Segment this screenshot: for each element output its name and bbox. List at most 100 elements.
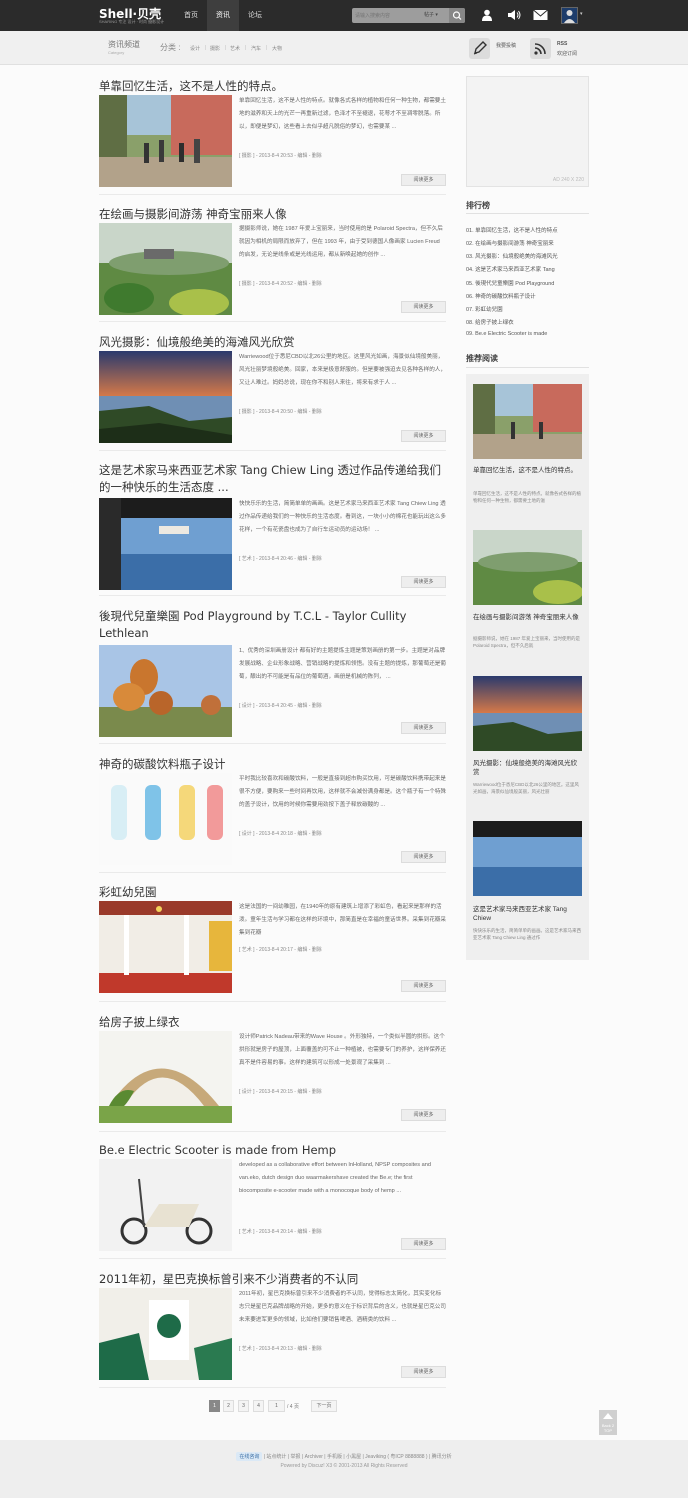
- read-more-button[interactable]: 阅读更多: [401, 1109, 446, 1121]
- read-more-button[interactable]: 阅读更多: [401, 576, 446, 588]
- ad-placeholder[interactable]: AD 240 X 220: [466, 76, 589, 187]
- recommend-item-title[interactable]: 在绘画与摄影间游荡 神奇宝丽来人像: [473, 613, 582, 622]
- speaker-icon[interactable]: [507, 9, 521, 21]
- search-input[interactable]: [355, 10, 423, 21]
- article-item: 在绘画与摄影间游荡 神奇宝丽来人像 据摄影师说，她在 1987 年爱上宝丽来，当…: [99, 206, 446, 322]
- read-more-button[interactable]: 阅读更多: [401, 430, 446, 442]
- chevron-down-icon[interactable]: ▾: [580, 11, 583, 17]
- article-title[interactable]: 这是艺术家马来西亚艺术家 Tang Chiew Ling 透过作品传递给我们的一…: [99, 462, 446, 496]
- article-title[interactable]: Be.e Electric Scooter is made from Hemp: [99, 1142, 446, 1159]
- article-thumbnail[interactable]: [99, 498, 232, 590]
- article-thumbnail[interactable]: [99, 773, 232, 865]
- rss-button[interactable]: [530, 38, 551, 59]
- article-meta: [ 摄影 ] - 2013-8-4 20:53 - 编辑 - 删除: [239, 153, 322, 159]
- recommend-thumbnail[interactable]: [473, 384, 582, 459]
- soda-bottles-image: [99, 773, 232, 865]
- article-thumbnail[interactable]: [99, 1159, 232, 1251]
- wave-house-image: [99, 1031, 232, 1123]
- ranking-item[interactable]: 01. 单靠回忆生活，这不是人性的特点: [466, 226, 589, 234]
- article-title[interactable]: 给房子披上绿衣: [99, 1014, 446, 1031]
- ranking-item[interactable]: 05. 後現代兒童樂園 Pod Playground: [466, 279, 589, 287]
- ranking-item[interactable]: 03. 风光摄影：仙境般绝美的海滩风光: [466, 252, 589, 260]
- nav-forum[interactable]: 论坛: [239, 0, 271, 31]
- article-meta: [ 艺术 ] - 2013-8-4 20:13 - 编辑 - 删除: [239, 1346, 322, 1352]
- search-type-select[interactable]: 帖子 ▾: [424, 9, 438, 22]
- article-excerpt: 单靠回忆生活，这不是人性的特点。就像各式各样的植物和任何一种生物，都需要土地的滋…: [239, 98, 446, 130]
- category-other[interactable]: 大物: [272, 45, 282, 52]
- read-more-button[interactable]: 阅读更多: [401, 1366, 446, 1378]
- article-thumbnail[interactable]: [99, 1031, 232, 1123]
- read-more-button[interactable]: 阅读更多: [401, 174, 446, 186]
- article-thumbnail[interactable]: [99, 223, 232, 315]
- search-box: 帖子 ▾: [352, 8, 465, 23]
- article-title[interactable]: 单靠回忆生活，这不是人性的特点。: [99, 78, 446, 95]
- online-consult-badge[interactable]: 在线咨询: [236, 1452, 263, 1461]
- back-to-top-label: Back 2 TOP: [601, 1423, 615, 1433]
- user-icon[interactable]: [481, 9, 493, 21]
- page-jump-input[interactable]: [268, 1400, 285, 1412]
- ranking-item[interactable]: 02. 在绘画与摄影间游荡 神奇宝丽来: [466, 239, 589, 247]
- avatar[interactable]: [561, 7, 578, 24]
- page-button-4[interactable]: 4: [253, 1400, 264, 1412]
- nav-home[interactable]: 首页: [175, 0, 207, 31]
- recommend-item-title[interactable]: 风光摄影：仙境般绝美的海滩风光欣赏: [473, 759, 582, 777]
- article-title[interactable]: 後現代兒童樂園 Pod Playground by T.C.L - Taylor…: [99, 608, 446, 642]
- ranking-item[interactable]: 04. 这是艺术家马来西亚艺术家 Tang: [466, 265, 589, 273]
- beach-landscape-image: [473, 676, 582, 751]
- street-musicians-image: [99, 95, 232, 187]
- ranking-item[interactable]: 08. 给房子披上绿衣: [466, 318, 589, 326]
- read-more-button[interactable]: 阅读更多: [401, 301, 446, 313]
- footer-link-list[interactable]: | 站点统计 | 举报 | Archiver | 手机版 | 小黑屋 | Jea…: [264, 1454, 452, 1460]
- ranking-item[interactable]: 09. Be.e Electric Scooter is made: [466, 331, 589, 337]
- article-thumbnail[interactable]: [99, 351, 232, 443]
- submit-article-label[interactable]: 我要投稿: [496, 42, 516, 49]
- read-more-button[interactable]: 阅读更多: [401, 1238, 446, 1250]
- recommend-item-title[interactable]: 这是艺术家马来西亚艺术家 Tang Chiew: [473, 905, 582, 923]
- article-title[interactable]: 彩虹幼兒園: [99, 884, 446, 901]
- back-to-top-button[interactable]: Back 2 TOP: [599, 1410, 617, 1435]
- category-design[interactable]: 设计: [190, 45, 200, 52]
- ranking-item[interactable]: 07. 彩虹幼兒園: [466, 305, 589, 313]
- category-separator: |: [245, 45, 247, 51]
- search-button[interactable]: [449, 8, 465, 23]
- page-button-2[interactable]: 2: [223, 1400, 234, 1412]
- rss-subscribe-label: 欢迎订阅: [557, 51, 578, 57]
- recommend-thumbnail[interactable]: [473, 821, 582, 896]
- recommend-thumbnail[interactable]: [473, 530, 582, 605]
- article-title[interactable]: 神奇的碳酸饮料瓶子设计: [99, 756, 446, 773]
- article-thumbnail[interactable]: [99, 95, 232, 187]
- recommend-item-title[interactable]: 单靠回忆生活，这不是人性的特点。: [473, 466, 582, 475]
- read-more-button[interactable]: 阅读更多: [401, 722, 446, 734]
- article-item: 风光摄影：仙境般绝美的海滩风光欣赏 Warriewood位于悉尼CBD以北26公…: [99, 334, 446, 451]
- article-title[interactable]: 2011年初，星巴克换标曾引来不少消费者的不认同: [99, 1271, 446, 1288]
- article-meta: [ 设计 ] - 2013-8-4 20:15 - 编辑 - 删除: [239, 1089, 322, 1095]
- category-art[interactable]: 艺术: [230, 45, 240, 52]
- recommend-item-desc: 据摄影师说，她在 1987 年爱上宝丽来，当时使用的是 Polaroid Spe…: [473, 636, 581, 648]
- rss-icon: [534, 43, 546, 55]
- article-thumbnail[interactable]: [99, 901, 232, 993]
- submit-article-button[interactable]: [469, 38, 490, 59]
- pod-playground-image: [99, 645, 232, 737]
- next-page-button[interactable]: 下一页: [311, 1400, 337, 1412]
- ranking-item[interactable]: 06. 神奇的碳酸饮料瓶子设计: [466, 292, 589, 300]
- category-photo[interactable]: 摄影: [210, 45, 220, 52]
- article-meta: [ 摄影 ] - 2013-8-4 20:50 - 编辑 - 删除: [239, 409, 322, 415]
- article-thumbnail[interactable]: [99, 645, 232, 737]
- article-thumbnail[interactable]: [99, 1288, 232, 1380]
- nav-news[interactable]: 资讯: [207, 0, 239, 31]
- article-item: 这是艺术家马来西亚艺术家 Tang Chiew Ling 透过作品传递给我们的一…: [99, 462, 446, 596]
- page-button-3[interactable]: 3: [238, 1400, 249, 1412]
- page-button-1[interactable]: 1: [209, 1400, 220, 1412]
- channel-title: 资讯频道: [108, 40, 140, 49]
- read-more-button[interactable]: 阅读更多: [401, 980, 446, 992]
- article-excerpt: 2011年初，星巴克换标曾引来不少消费者的不认同，觉得标志太简化，其实变化标志只…: [239, 1291, 446, 1323]
- article-item: 单靠回忆生活，这不是人性的特点。 单靠回忆生活，这不是人性的特点。就像各式各样的…: [99, 78, 446, 195]
- rss-label[interactable]: RSS: [557, 41, 567, 47]
- search-icon: [452, 11, 462, 20]
- article-title[interactable]: 在绘画与摄影间游荡 神奇宝丽来人像: [99, 206, 446, 223]
- category-car[interactable]: 汽车: [251, 45, 261, 52]
- mail-icon[interactable]: [533, 9, 548, 21]
- read-more-button[interactable]: 阅读更多: [401, 851, 446, 863]
- article-title[interactable]: 风光摄影：仙境般绝美的海滩风光欣赏: [99, 334, 446, 351]
- recommend-thumbnail[interactable]: [473, 676, 582, 751]
